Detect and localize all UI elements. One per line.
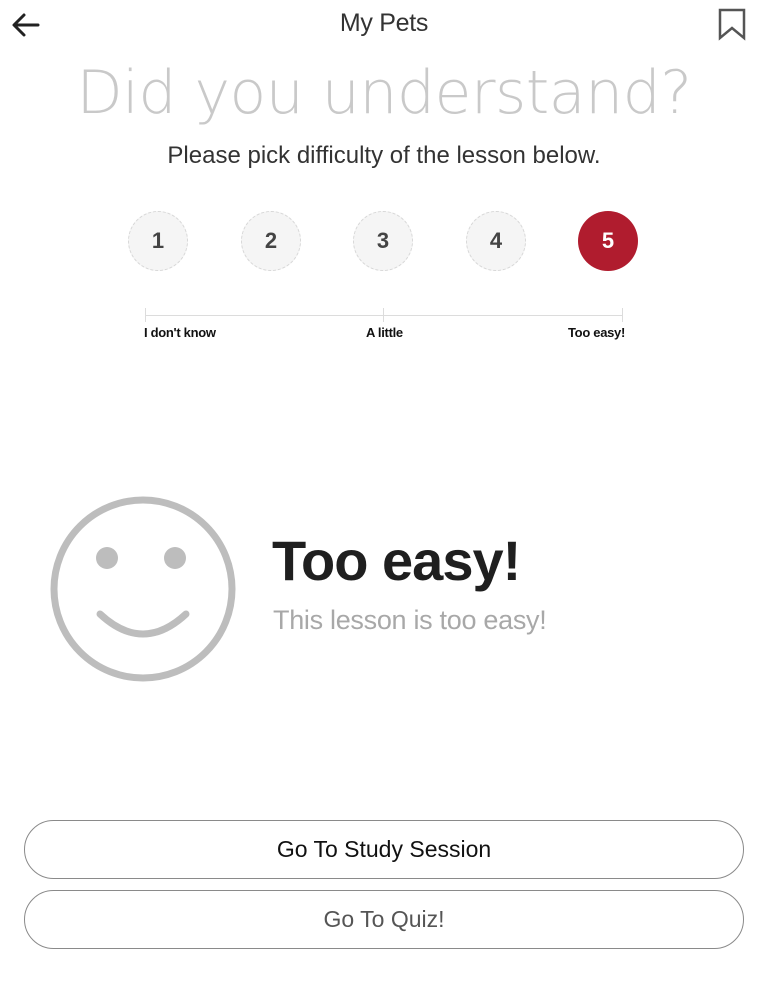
smiley-face-icon bbox=[50, 496, 236, 682]
rating-option-5[interactable]: 5 bbox=[578, 211, 638, 271]
difficulty-rating: 1 2 3 4 5 bbox=[0, 211, 768, 271]
rating-option-1[interactable]: 1 bbox=[128, 211, 188, 271]
bookmark-button[interactable] bbox=[716, 7, 748, 41]
question-headline: Did you understand? bbox=[76, 58, 692, 128]
rating-option-3[interactable]: 3 bbox=[353, 211, 413, 271]
bookmark-icon bbox=[718, 8, 746, 41]
scale-label-low: I don't know bbox=[144, 325, 216, 340]
page-title: My Pets bbox=[339, 9, 429, 37]
result-title: Too easy! bbox=[272, 529, 521, 592]
difficulty-scale-line bbox=[145, 315, 623, 316]
scale-tick-mid bbox=[383, 308, 384, 322]
rating-option-4[interactable]: 4 bbox=[466, 211, 526, 271]
go-to-study-session-button[interactable]: Go To Study Session bbox=[24, 820, 744, 879]
scale-tick-low bbox=[145, 308, 146, 322]
question-instruction: Please pick difficulty of the lesson bel… bbox=[167, 142, 601, 169]
scale-tick-high bbox=[622, 308, 623, 322]
result-description: This lesson is too easy! bbox=[273, 605, 547, 635]
go-to-quiz-button[interactable]: Go To Quiz! bbox=[24, 890, 744, 949]
scale-label-high: Too easy! bbox=[568, 325, 626, 340]
lesson-feedback-screen: My Pets Did you understand? Please pick … bbox=[0, 0, 768, 1000]
rating-option-2[interactable]: 2 bbox=[241, 211, 301, 271]
scale-label-mid: A little bbox=[366, 325, 403, 340]
